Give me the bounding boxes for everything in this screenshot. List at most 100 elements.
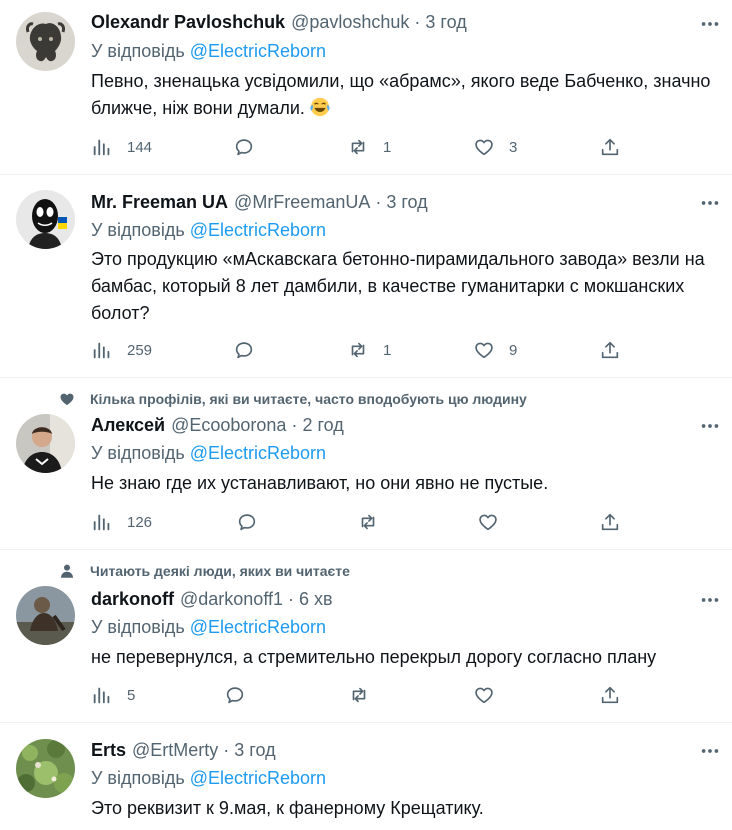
tweet-text: Не знаю где их устанавливают, но они явн…: [91, 473, 549, 493]
views-chart-icon: [93, 514, 110, 531]
reply-button[interactable]: [233, 336, 269, 364]
timestamp[interactable]: 3 год: [425, 12, 466, 33]
reply-prefix: У відповідь: [91, 41, 185, 61]
avatar[interactable]: [16, 190, 75, 249]
avatar[interactable]: [16, 414, 75, 473]
more-horizontal-icon: [701, 598, 719, 602]
like-button[interactable]: 9: [473, 336, 517, 364]
more-horizontal-icon: [701, 749, 719, 753]
tweet[interactable]: Читають деякі люди, яких ви читаєте dark…: [0, 550, 732, 723]
tweet[interactable]: Mr. Freeman UA @MrFreemanUA · 3 год У ві…: [0, 175, 732, 378]
more-options-button[interactable]: [698, 414, 722, 438]
views-button[interactable]: 144: [91, 133, 152, 161]
reply-mention-link[interactable]: @ElectricReborn: [190, 220, 326, 240]
heart-icon: [475, 687, 493, 704]
reply-button[interactable]: [233, 133, 269, 161]
display-name[interactable]: Olexandr Pavloshchuk: [91, 12, 285, 33]
reply-bubble-icon: [235, 342, 253, 359]
reply-prefix: У відповідь: [91, 443, 185, 463]
retweet-button[interactable]: 1: [347, 133, 391, 161]
user-handle[interactable]: @Ecooborona: [171, 415, 286, 436]
share-button[interactable]: [599, 508, 621, 536]
tweet-header: Olexandr Pavloshchuk @pavloshchuk · 3 го…: [91, 12, 467, 36]
views-button[interactable]: 126: [91, 508, 152, 536]
more-options-button[interactable]: [698, 588, 722, 612]
reply-button[interactable]: [236, 508, 272, 536]
more-horizontal-icon: [701, 424, 719, 428]
retweet-icon: [361, 514, 375, 530]
retweet-button[interactable]: [357, 508, 393, 536]
share-upload-icon: [601, 138, 619, 156]
tweet-actions: 144 1 3: [91, 133, 631, 161]
display-name[interactable]: Алексей: [91, 415, 165, 436]
tweet-actions: 259 1 9: [91, 336, 631, 364]
share-button[interactable]: [599, 133, 621, 161]
reply-mention-link[interactable]: @ElectricReborn: [190, 768, 326, 788]
timestamp[interactable]: 3 год: [386, 192, 427, 213]
views-count: 144: [127, 138, 153, 156]
retweet-button[interactable]: [348, 681, 384, 709]
reply-bubble-icon: [235, 139, 253, 156]
reply-context: У відповідь @ElectricReborn: [91, 41, 326, 62]
avatar[interactable]: [16, 12, 75, 71]
heart-icon: [479, 514, 497, 531]
heart-icon: [475, 139, 493, 156]
tweet[interactable]: Erts @ErtMerty · 3 год У відповідь @Elec…: [0, 723, 732, 830]
user-handle[interactable]: @MrFreemanUA: [234, 192, 370, 213]
tweet-text: не перевернулся, а стремительно перекрыл…: [91, 647, 657, 667]
share-button[interactable]: [599, 681, 621, 709]
like-button[interactable]: [477, 508, 513, 536]
reply-mention-link[interactable]: @ElectricReborn: [190, 617, 326, 637]
user-handle[interactable]: @pavloshchuk: [291, 12, 409, 33]
views-count: 5: [127, 686, 136, 704]
separator-dot: ·: [291, 415, 298, 435]
reply-prefix: У відповідь: [91, 768, 185, 788]
user-handle[interactable]: @ErtMerty: [132, 740, 218, 761]
timestamp[interactable]: 6 хв: [299, 589, 333, 610]
reply-bubble-icon: [238, 514, 256, 531]
reply-button[interactable]: [224, 681, 260, 709]
reply-mention-link[interactable]: @ElectricReborn: [190, 41, 326, 61]
more-options-button[interactable]: [698, 191, 722, 215]
reply-context: У відповідь @ElectricReborn: [91, 617, 326, 638]
more-horizontal-icon: [701, 201, 719, 205]
reply-prefix: У відповідь: [91, 220, 185, 240]
avatar[interactable]: [16, 739, 75, 798]
tweet[interactable]: Кілька профілів, які ви читаєте, часто в…: [0, 378, 732, 550]
more-options-button[interactable]: [698, 12, 722, 36]
reply-mention-link[interactable]: @ElectricReborn: [190, 443, 326, 463]
views-count: 259: [127, 341, 153, 359]
separator-dot: ·: [288, 589, 295, 609]
views-chart-icon: [93, 342, 110, 359]
views-button[interactable]: 5: [91, 681, 135, 709]
retweets-count: 1: [383, 138, 392, 156]
display-name[interactable]: Erts: [91, 740, 126, 761]
social-context-text: Кілька профілів, які ви читаєте, часто в…: [90, 391, 527, 407]
reply-context: У відповідь @ElectricReborn: [91, 443, 326, 464]
display-name[interactable]: Mr. Freeman UA: [91, 192, 228, 213]
tweet-header: Mr. Freeman UA @MrFreemanUA · 3 год: [91, 192, 428, 216]
retweet-button[interactable]: 1: [347, 336, 391, 364]
share-button[interactable]: [599, 336, 621, 364]
tweet[interactable]: Olexandr Pavloshchuk @pavloshchuk · 3 го…: [0, 0, 732, 175]
like-button[interactable]: 3: [473, 133, 517, 161]
like-button[interactable]: [473, 681, 509, 709]
timestamp[interactable]: 2 год: [302, 415, 343, 436]
face-with-tears-of-joy-icon: [310, 97, 330, 117]
views-button[interactable]: 259: [91, 336, 152, 364]
social-context-text: Читають деякі люди, яких ви читаєте: [90, 563, 350, 579]
separator-dot: ·: [223, 740, 230, 760]
tweet-body: Певно, зненацька усвідомили, що «абрамс»…: [91, 71, 711, 118]
more-horizontal-icon: [701, 22, 719, 26]
user-handle[interactable]: @darkonoff1: [180, 589, 283, 610]
reply-bubble-icon: [226, 687, 244, 704]
reply-context: У відповідь @ElectricReborn: [91, 768, 326, 789]
tweet-text: Это продукцию «мАскавскага бетонно-пирам…: [91, 249, 705, 323]
avatar[interactable]: [16, 586, 75, 645]
more-options-button[interactable]: [698, 739, 722, 763]
share-upload-icon: [601, 341, 619, 359]
display-name[interactable]: darkonoff: [91, 589, 174, 610]
timestamp[interactable]: 3 год: [234, 740, 275, 761]
reply-prefix: У відповідь: [91, 617, 185, 637]
retweet-icon: [351, 342, 365, 358]
